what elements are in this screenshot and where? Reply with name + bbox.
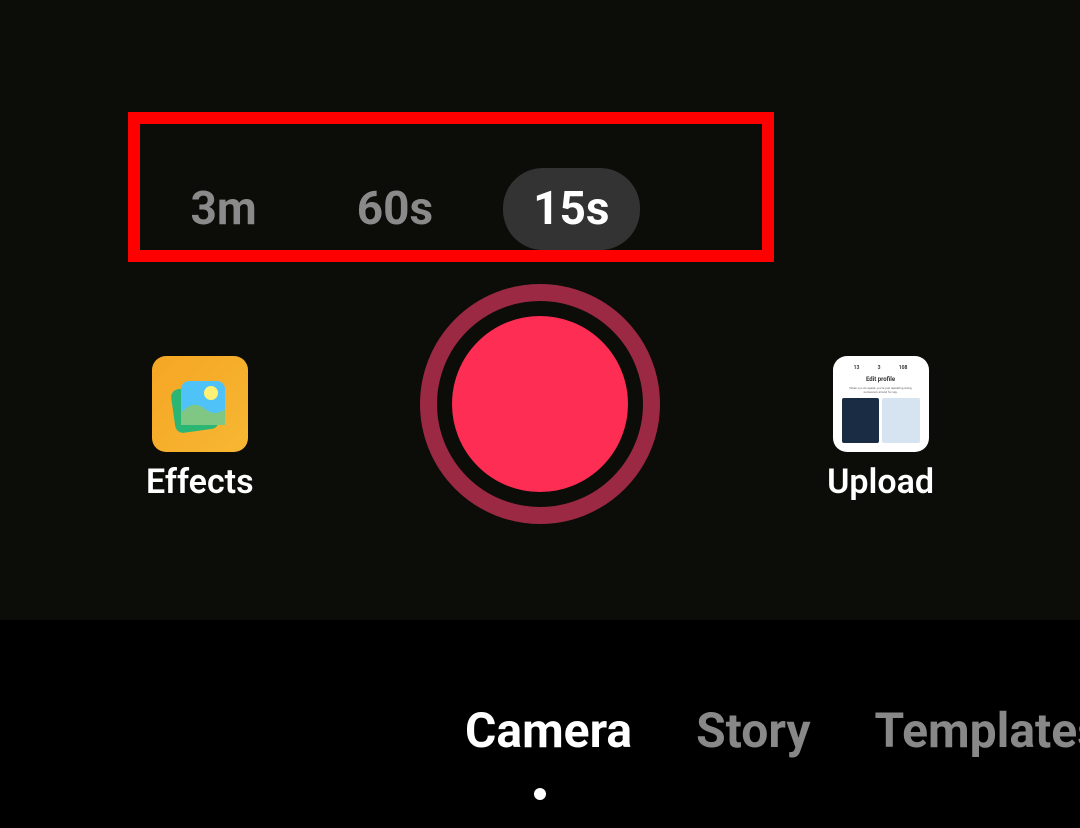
effects-label: Effects	[146, 462, 254, 502]
upload-label: Upload	[827, 462, 934, 502]
record-button[interactable]	[420, 284, 660, 524]
effects-icon	[152, 356, 248, 452]
upload-thumbnail: 133108 Edit profile When you do speak, y…	[833, 356, 929, 452]
effects-button[interactable]: Effects	[146, 356, 254, 502]
annotation-highlight-box	[128, 112, 774, 262]
upload-button[interactable]: 133108 Edit profile When you do speak, y…	[827, 356, 934, 502]
record-button-inner	[444, 308, 636, 500]
camera-viewport: 3m 60s 15s Effects 133108	[0, 0, 1080, 620]
mode-tab-templates[interactable]: Templates	[875, 702, 1080, 759]
bottom-bar: Camera Story Templates	[0, 620, 1080, 828]
mode-tab-camera[interactable]: Camera	[465, 702, 632, 759]
mode-tabs: Camera Story Templates	[465, 702, 1080, 759]
mode-tab-story[interactable]: Story	[696, 702, 810, 759]
controls-row: Effects 133108 Edit profile When you do …	[0, 330, 1080, 570]
mode-indicator-dot	[534, 788, 546, 800]
